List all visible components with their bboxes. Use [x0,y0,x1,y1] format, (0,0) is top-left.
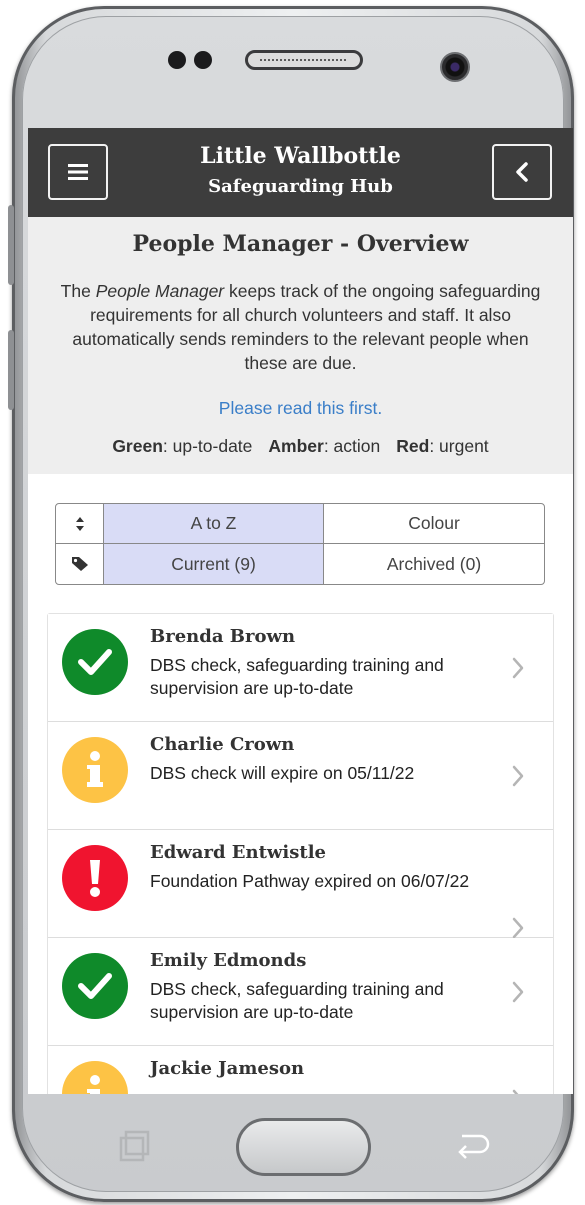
status-badge-amber [62,737,128,803]
person-name: Brenda Brown [150,626,296,647]
status-badge-green [62,953,128,1019]
status-badge-green [62,629,128,695]
person-name: Emily Edmonds [150,950,307,971]
legend-amber-text: : action [323,436,381,456]
sort-row: A to Z Colour [56,504,544,544]
chevron-right-icon [512,981,524,1003]
person-name: Jackie Jameson [150,1058,305,1079]
chevron-right-icon [512,1089,519,1094]
proximity-sensor [168,51,186,69]
legend-green-text: : up-to-date [162,436,253,456]
chevron-right-icon [512,917,524,939]
sort-cell [56,504,104,543]
volume-button [8,205,14,285]
person-status-text: DBS check, safeguarding training and sup… [150,655,444,698]
overview-panel: People Manager - Overview The People Man… [28,217,573,474]
chevron-right-icon [512,657,524,679]
chevron-right-icon [512,765,524,787]
sort-a-to-z[interactable]: A to Z [104,504,324,543]
page-title: People Manager - Overview [132,231,469,257]
back-button[interactable] [492,144,552,200]
person-status-text: Foundation Pathway expired on 06/07/22 [150,871,470,891]
intro-emphasis: People Manager [95,281,225,301]
list-item[interactable]: Edward Entwistle Foundation Pathway expi… [48,830,553,939]
info-icon [87,751,103,787]
app-header: Little Wallbottle Safeguarding Hub [28,128,573,217]
people-list: Brenda Brown DBS check, safeguarding tra… [47,613,554,1094]
power-button [8,330,14,410]
legend-amber-label: Amber [268,436,324,456]
sort-colour[interactable]: Colour [324,504,544,543]
light-sensor [194,51,212,69]
person-status-text: DBS check, safeguarding training and sup… [150,979,444,1022]
recent-apps-icon[interactable] [118,1130,152,1162]
person-status-text: DBS check will expire on 05/11/22 [150,763,415,783]
list-item[interactable]: Jackie Jameson [48,1046,553,1094]
person-name: Edward Entwistle [150,842,326,863]
list-item[interactable]: Charlie Crown DBS check will expire on 0… [48,722,553,830]
chevron-left-icon [516,162,528,182]
app-screen: Little Wallbottle Safeguarding Hub Peopl… [28,128,573,1094]
legend-red-text: : urgent [429,436,489,456]
hardware-back-icon[interactable] [452,1130,492,1160]
earpiece-speaker [245,50,363,70]
front-camera [440,52,470,82]
home-button[interactable] [236,1118,371,1176]
exclamation-icon [90,860,100,897]
read-first-link[interactable]: Please read this first. [28,398,573,419]
tag-cell [56,544,104,584]
intro-text: The [60,281,96,301]
check-icon [78,973,112,999]
check-icon [78,649,112,675]
tag-icon [71,557,88,571]
view-current[interactable]: Current (9) [104,544,324,584]
info-icon [87,1075,100,1094]
sort-icon [75,516,84,531]
list-item[interactable]: Brenda Brown DBS check, safeguarding tra… [48,614,553,722]
status-badge-red [62,845,128,911]
filter-table: A to Z Colour Current (9) Archived (0) [55,503,545,585]
view-archived[interactable]: Archived (0) [324,544,544,584]
list-item[interactable]: Emily Edmonds DBS check, safeguarding tr… [48,938,553,1046]
legend-green-label: Green [112,436,163,456]
person-name: Charlie Crown [150,734,295,755]
view-row: Current (9) Archived (0) [56,544,544,584]
overview-description: The People Manager keeps track of the on… [60,279,541,375]
status-legend: Green: up-to-date Amber: action Red: urgen… [28,436,573,457]
status-badge-amber [62,1061,128,1094]
legend-red-label: Red [396,436,430,456]
